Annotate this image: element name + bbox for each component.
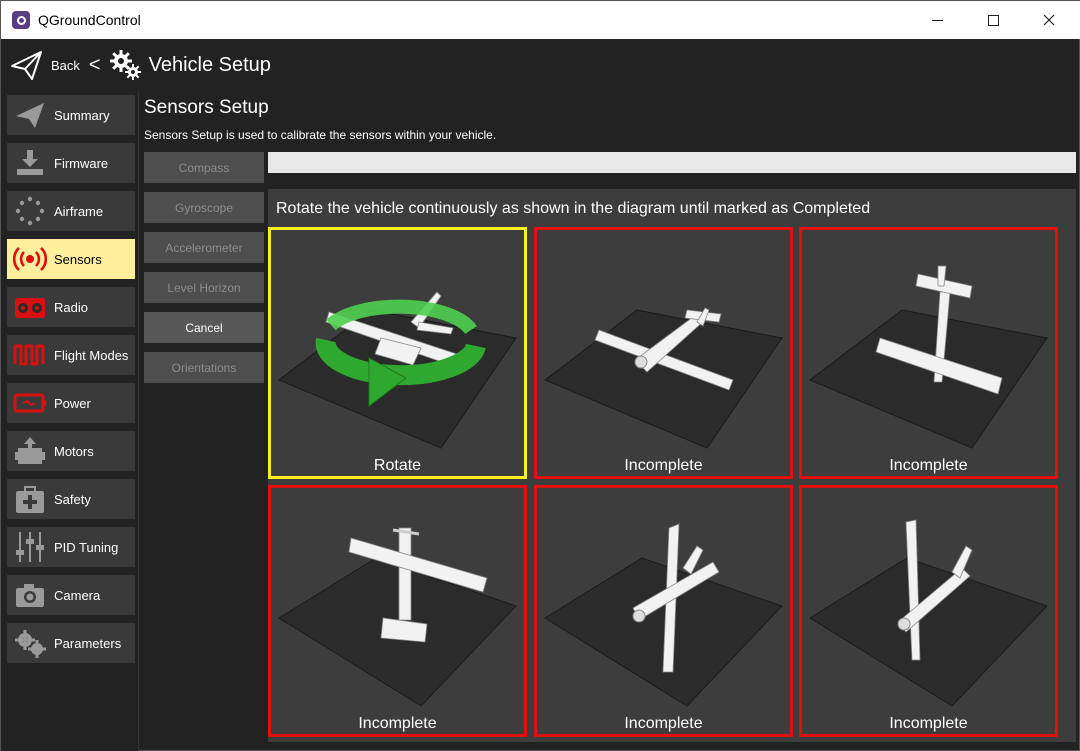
gyroscope-button[interactable]: Gyroscope — [144, 192, 264, 223]
airplane-left-side-image — [544, 523, 783, 707]
battery-icon — [13, 393, 46, 413]
sidebar-item-label: Camera — [54, 587, 101, 603]
tile-status-label: Incomplete — [624, 457, 703, 474]
sidebar-item-label: Flight Modes — [54, 347, 129, 363]
sidebar-item-label: PID Tuning — [54, 539, 119, 555]
orientation-tile-down: Rotate — [268, 227, 527, 479]
compass-button[interactable]: Compass — [144, 152, 264, 183]
sidebar-item-label: Motors — [54, 443, 94, 459]
motor-icon — [15, 437, 45, 464]
close-button[interactable] — [1021, 1, 1077, 39]
sidebar-item-radio[interactable]: Radio — [7, 287, 135, 327]
orientation-tile-nose-up: Incomplete — [268, 485, 527, 737]
sidebar-item-power[interactable]: Power — [7, 383, 135, 423]
orientation-tile-right: Incomplete — [799, 485, 1058, 737]
accelerometer-button[interactable]: Accelerometer — [144, 232, 264, 263]
back-button[interactable]: Back — [51, 58, 80, 73]
plane-icon — [16, 103, 44, 128]
download-icon — [17, 150, 43, 175]
minimize-button[interactable] — [909, 1, 965, 39]
sidebar-item-label: Firmware — [54, 155, 109, 171]
airplane-right-side-image — [809, 519, 1048, 707]
section-title: Sensors Setup — [144, 97, 269, 118]
tile-status-label: Incomplete — [889, 457, 968, 474]
tile-status-label: Incomplete — [624, 715, 703, 732]
tile-status-label: Incomplete — [358, 715, 437, 732]
sidebar-item-parameters[interactable]: Parameters — [7, 623, 135, 663]
window-title: QGroundControl — [38, 12, 141, 28]
minimize-icon — [931, 19, 943, 21]
maximize-icon — [987, 14, 999, 26]
tile-status-label: Rotate — [373, 457, 422, 474]
sidebar-item-summary[interactable]: Summary — [7, 95, 135, 135]
camera-icon — [16, 584, 44, 607]
sidebar-item-label: Sensors — [54, 251, 102, 267]
top-toolbar: Back < Vehicle Setup — [1, 39, 1079, 91]
paper-plane-icon[interactable] — [10, 48, 44, 82]
sidebar-item-label: Parameters — [54, 635, 122, 651]
maximize-button[interactable] — [965, 1, 1021, 39]
sidebar-item-label: Airframe — [54, 203, 104, 219]
page-title: Vehicle Setup — [148, 53, 271, 76]
back-arrow-icon[interactable]: < — [89, 54, 101, 77]
tile-status-label: Incomplete — [889, 715, 968, 732]
sidebar-item-pid-tuning[interactable]: PID Tuning — [7, 527, 135, 567]
sidebar-item-camera[interactable]: Camera — [7, 575, 135, 615]
airframe-dots-icon — [15, 196, 45, 226]
level-horizon-button[interactable]: Level Horizon — [144, 272, 264, 303]
radio-icon — [15, 298, 45, 318]
sidebar-item-label: Summary — [54, 107, 110, 123]
orientation-tile-up: Incomplete — [534, 227, 793, 479]
first-aid-icon — [16, 486, 44, 513]
orientation-tile-nose-down: Incomplete — [799, 227, 1058, 479]
sidebar-item-motors[interactable]: Motors — [7, 431, 135, 471]
sidebar-item-airframe[interactable]: Airframe — [7, 191, 135, 231]
title-bar: QGroundControl — [1, 1, 1080, 39]
airplane-upright-image — [544, 307, 783, 449]
sensors-icon — [13, 247, 47, 271]
cancel-button[interactable]: Cancel — [144, 312, 264, 343]
airplane-nose-down-image — [809, 265, 1048, 449]
section-description: Sensors Setup is used to calibrate the s… — [144, 128, 497, 142]
gears-icon — [15, 630, 46, 658]
orientation-tile-left: Incomplete — [534, 485, 793, 737]
airplane-rotate-image — [278, 291, 517, 449]
calibration-progress-bar — [268, 152, 1076, 173]
sidebar-item-sensors[interactable]: Sensors — [7, 239, 135, 279]
app-window: QGroundControl Back < Vehicle Setup Summ… — [0, 0, 1080, 751]
setup-sidebar: Summary Firmware Airframe Sensors Radio … — [1, 91, 139, 751]
flight-modes-icon — [13, 344, 45, 366]
sliders-icon — [16, 532, 44, 562]
sidebar-item-safety[interactable]: Safety — [7, 479, 135, 519]
sidebar-item-flight-modes[interactable]: Flight Modes — [7, 335, 135, 375]
sidebar-item-label: Radio — [54, 299, 88, 315]
orientations-button[interactable]: Orientations — [144, 352, 264, 383]
qgc-logo-icon — [12, 11, 30, 29]
sidebar-item-firmware[interactable]: Firmware — [7, 143, 135, 183]
calibration-instruction: Rotate the vehicle continuously as shown… — [276, 200, 871, 217]
sidebar-item-label: Power — [54, 395, 91, 411]
airplane-nose-up-image — [278, 527, 517, 707]
close-icon — [1043, 14, 1055, 26]
gears-icon — [109, 50, 141, 80]
calibration-panel: Rotate the vehicle continuously as shown… — [268, 189, 1076, 742]
sidebar-item-label: Safety — [54, 491, 91, 507]
